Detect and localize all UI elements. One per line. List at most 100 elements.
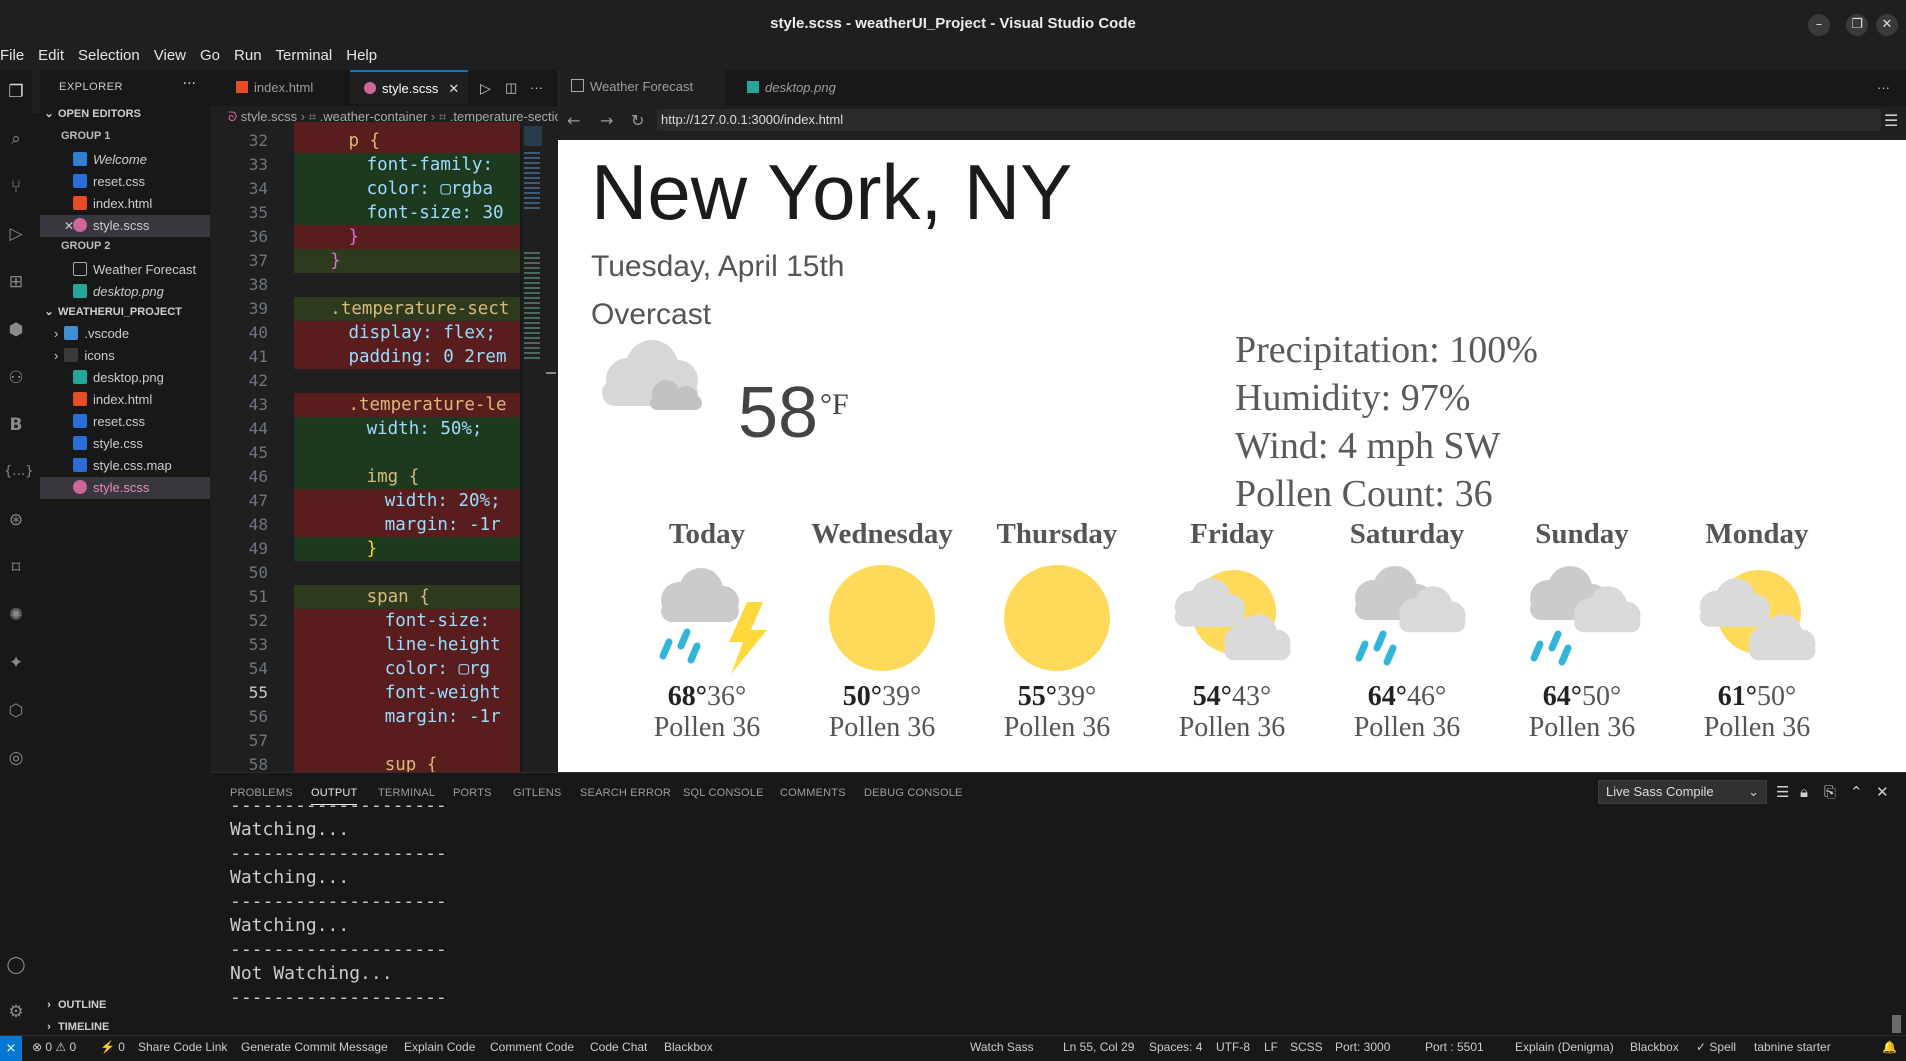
tab-ports[interactable]: PORTS <box>453 787 492 799</box>
tabnine-status[interactable]: tabnine starter <box>1754 1040 1831 1054</box>
tab-style-scss[interactable]: style.scss ✕ <box>350 70 468 104</box>
code-line[interactable]: 38 <box>210 273 520 297</box>
code-line[interactable]: 35 font-size: 30 <box>210 201 520 225</box>
split-editor-icon[interactable]: ◫ <box>505 70 517 106</box>
remote-explorer-icon[interactable]: ⊛ <box>4 508 28 532</box>
tab-index-html[interactable]: index.html <box>210 70 330 106</box>
code-line[interactable]: 46 img { <box>210 465 520 489</box>
spell-check[interactable]: ✓ Spell <box>1696 1040 1736 1054</box>
blackbox-left[interactable]: Blackbox <box>664 1040 713 1054</box>
ports-count[interactable]: ⚡ 0 <box>100 1040 125 1054</box>
port-5501[interactable]: Port : 5501 <box>1425 1040 1484 1054</box>
menu-selection[interactable]: Selection <box>71 48 147 63</box>
tab-gitlens[interactable]: GITLENS <box>513 787 561 799</box>
tab-weather-forecast[interactable]: Weather Forecast <box>559 70 725 106</box>
menu-view[interactable]: View <box>147 48 193 63</box>
code-line[interactable]: 49} <box>210 537 520 561</box>
cube-icon[interactable]: ⬡ <box>4 699 28 723</box>
timeline-section[interactable]: › TIMELINE <box>40 1017 210 1037</box>
code-line[interactable]: 45 <box>210 441 520 465</box>
port-3000[interactable]: Port: 3000 <box>1335 1040 1390 1054</box>
code-line[interactable]: 31 <box>210 122 520 129</box>
run-debug-icon[interactable]: ▷ <box>4 222 28 246</box>
folder-vscode[interactable]: › .vscode <box>40 323 224 345</box>
url-input[interactable]: http://127.0.0.1:3000/index.html <box>657 109 1881 131</box>
close-editor-icon[interactable]: ✕ <box>64 215 74 237</box>
code-line[interactable]: 41 padding: 0 2rem <box>210 345 520 369</box>
gitlens-icon[interactable]: ⚇ <box>4 366 28 390</box>
code-line[interactable]: 54 color: ▢rg <box>210 657 520 681</box>
blackbox-icon[interactable]: B <box>4 413 28 437</box>
bookmark-icon[interactable]: ⌑ <box>4 556 28 580</box>
menu-help[interactable]: Help <box>339 48 384 63</box>
remote-indicator[interactable]: ⨯ <box>0 1036 22 1061</box>
code-line[interactable]: 53 line-height <box>210 633 520 657</box>
code-line[interactable]: 39 .temperature-sect <box>210 297 520 321</box>
indentation[interactable]: Spaces: 4 <box>1149 1040 1202 1054</box>
minimize-button[interactable]: – <box>1808 14 1830 36</box>
code-line[interactable]: 33 font-family: <box>210 153 520 177</box>
watch-sass[interactable]: Watch Sass <box>970 1040 1034 1054</box>
output-channel-select[interactable]: Live Sass Compile ⌄ <box>1598 780 1767 804</box>
clear-output-icon[interactable]: ☰ <box>1776 783 1789 801</box>
panel-scrollbar[interactable] <box>1892 1015 1901 1033</box>
folder-icons[interactable]: › icons <box>40 345 224 367</box>
preview-more-icon[interactable]: ··· <box>1877 70 1890 106</box>
editor-more-icon[interactable]: ··· <box>530 70 543 106</box>
project-section[interactable]: ⌄ WEATHERUI_PROJECT <box>40 302 210 322</box>
code-line[interactable]: 51 span { <box>210 585 520 609</box>
code-line[interactable]: 42 <box>210 369 520 393</box>
search-icon[interactable]: ⌕ <box>4 127 28 151</box>
code-line[interactable]: 50 <box>210 561 520 585</box>
settings-gear-icon[interactable]: ⚙ <box>4 1000 28 1024</box>
menu-run[interactable]: Run <box>227 48 269 63</box>
code-line[interactable]: 40 display: flex; <box>210 321 520 345</box>
code-line[interactable]: 55 font-weight <box>210 681 520 705</box>
code-line[interactable]: 36} <box>210 225 520 249</box>
code-line[interactable]: 52 font-size: <box>210 609 520 633</box>
code-line[interactable]: 43 .temperature-le <box>210 393 520 417</box>
code-line[interactable]: 32 p { <box>210 129 520 153</box>
menu-edit[interactable]: Edit <box>31 48 71 63</box>
code-line[interactable]: 48 margin: -1r <box>210 513 520 537</box>
sparkle-icon[interactable]: ✦ <box>4 651 28 675</box>
cursor-position[interactable]: Ln 55, Col 29 <box>1063 1040 1134 1054</box>
menu-go[interactable]: Go <box>193 48 227 63</box>
code-line[interactable]: 37} <box>210 249 520 273</box>
code-line[interactable]: 47 width: 20%; <box>210 489 520 513</box>
open-editors-section[interactable]: ⌄ OPEN EDITORS <box>40 104 210 124</box>
lock-icon[interactable]: 🔒︎ <box>1800 783 1808 801</box>
problems-count[interactable]: ⊗ 0 ⚠ 0 <box>32 1040 76 1054</box>
braces-icon[interactable]: {…} <box>4 460 34 484</box>
share-code-link[interactable]: Share Code Link <box>138 1040 227 1054</box>
code-line[interactable]: 58 sup { <box>210 753 520 772</box>
package-icon[interactable]: ⬢ <box>4 318 28 342</box>
editor-scrollbar[interactable] <box>546 122 558 772</box>
notifications-bell-icon[interactable]: 🔔 <box>1882 1040 1897 1054</box>
close-panel-icon[interactable]: ✕ <box>1876 783 1889 801</box>
explorer-icon[interactable]: ❐ <box>4 80 28 104</box>
outline-section[interactable]: › OUTLINE <box>40 995 210 1015</box>
menu-file[interactable]: File <box>0 48 31 63</box>
code-line[interactable]: 56 margin: -1r <box>210 705 520 729</box>
open-in-editor-icon[interactable]: ⎘ <box>1824 783 1836 801</box>
extensions-icon[interactable]: ⊞ <box>4 270 28 294</box>
tab-sql-console[interactable]: SQL CONSOLE <box>683 787 764 799</box>
maximize-button[interactable]: ❐ <box>1846 14 1868 36</box>
code-line[interactable]: 34 color: ▢rgba <box>210 177 520 201</box>
close-tab-icon[interactable]: ✕ <box>448 81 459 96</box>
tab-desktop-png[interactable]: desktop.png <box>735 70 836 106</box>
run-icon[interactable]: ▷ <box>480 70 491 106</box>
code-line[interactable]: 57 <box>210 729 520 753</box>
blackbox-right[interactable]: Blackbox <box>1630 1040 1679 1054</box>
account-icon[interactable]: ◯ <box>4 953 28 977</box>
explain-denigma[interactable]: Explain (Denigma) <box>1515 1040 1614 1054</box>
code-editor[interactable]: 31 32 p {33 font-family: 34 color: ▢rgba 35 fon… <box>210 122 520 772</box>
encoding[interactable]: UTF-8 <box>1216 1040 1250 1054</box>
tab-search-error[interactable]: SEARCH ERROR <box>580 787 671 799</box>
menu-icon[interactable]: ☰ <box>1884 111 1898 130</box>
code-chat[interactable]: Code Chat <box>590 1040 647 1054</box>
maximize-panel-icon[interactable]: ⌃ <box>1850 783 1863 801</box>
tab-debug-console[interactable]: DEBUG CONSOLE <box>864 787 963 799</box>
tab-comments[interactable]: COMMENTS <box>780 787 846 799</box>
